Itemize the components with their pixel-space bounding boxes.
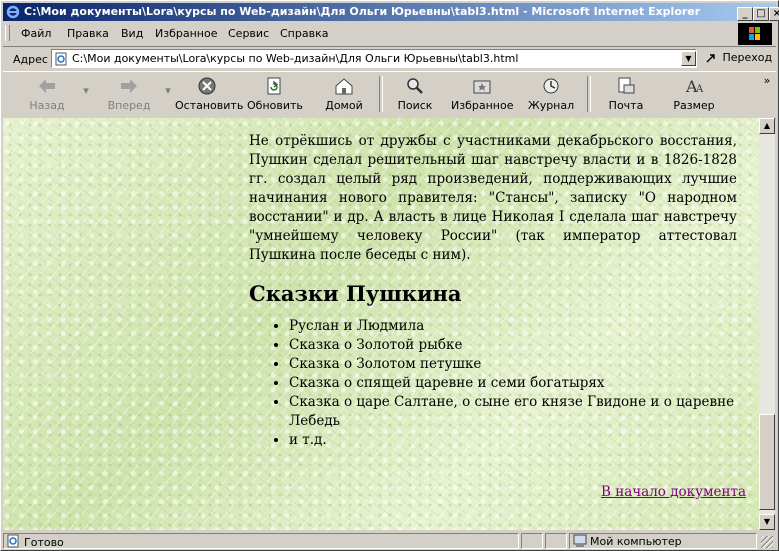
- my-computer-icon: [573, 534, 587, 547]
- resize-grip-icon[interactable]: [761, 536, 773, 548]
- ie-logo-icon: [6, 5, 20, 19]
- favorites-button[interactable]: Избранное: [451, 74, 513, 116]
- title-bar[interactable]: C:\Мои документы\Lora\курсы по Web-дизай…: [3, 3, 779, 21]
- list-item: Сказка о царе Салтане, о сыне его князе …: [289, 393, 737, 431]
- go-label: Переход: [722, 51, 773, 64]
- list-item: Руслан и Людмила: [289, 317, 737, 336]
- status-zone-pane: Мой компьютер: [569, 533, 757, 549]
- maximize-button[interactable]: □: [753, 7, 769, 21]
- biography-paragraph: Не отрёкшись от дружбы с участниками дек…: [249, 133, 737, 263]
- toolbar-chevron[interactable]: »: [761, 74, 773, 116]
- windows-flag-icon: [749, 27, 760, 40]
- list-item: Сказка о Золотой рыбке: [289, 336, 737, 355]
- status-pane-2: [545, 533, 567, 549]
- status-text: Готово: [24, 536, 64, 549]
- windows-logo-throbber: [738, 23, 772, 45]
- tales-list: Руслан и Людмила Сказка о Золотой рыбке …: [249, 317, 737, 450]
- menu-help[interactable]: Справка: [280, 27, 328, 40]
- stop-icon: [198, 77, 216, 95]
- history-label: Журнал: [527, 99, 575, 112]
- forward-arrow-icon: [121, 79, 137, 93]
- mail-button[interactable]: Почта: [603, 74, 649, 116]
- address-bar: Адрес C:\Мои документы\Lora\курсы по Web…: [3, 46, 776, 72]
- back-label: Назад: [29, 99, 65, 112]
- search-button[interactable]: Поиск: [393, 74, 437, 116]
- status-bar: Готово Мой компьютер: [3, 532, 776, 550]
- menu-file[interactable]: Файл: [21, 27, 51, 40]
- list-item: Сказка о Золотом петушке: [289, 355, 737, 374]
- page-content: Не отрёкшись от дружбы с участниками дек…: [249, 132, 737, 450]
- list-item: Сказка о спящей царевне и семи богатырях: [289, 374, 737, 393]
- status-pane-main: Готово: [3, 533, 519, 549]
- text-size-label: Размер: [673, 99, 715, 112]
- mail-label: Почта: [608, 99, 644, 112]
- zone-text: Мой компьютер: [590, 535, 682, 548]
- svg-text:A: A: [695, 84, 704, 95]
- forward-label: Вперед: [107, 99, 151, 112]
- tales-heading: Сказки Пушкина: [249, 281, 462, 306]
- standard-toolbar: Назад ▾ Вперед ▾ Остановить Обновить Дом…: [3, 71, 776, 119]
- menu-view[interactable]: Вид: [121, 27, 143, 40]
- refresh-button[interactable]: Обновить: [247, 74, 303, 116]
- back-to-top-link[interactable]: В начало документа: [601, 484, 746, 500]
- window-title: C:\Мои документы\Lora\курсы по Web-дизай…: [24, 5, 701, 18]
- toolbar-separator: [379, 76, 383, 112]
- refresh-icon: [267, 77, 281, 95]
- scroll-thumb[interactable]: [759, 414, 775, 510]
- search-label: Поиск: [397, 99, 433, 112]
- favorites-folder-icon: [473, 80, 491, 94]
- back-dropdown[interactable]: ▾: [81, 74, 91, 116]
- minimize-button[interactable]: _: [737, 7, 753, 21]
- page-icon: [55, 52, 67, 66]
- menu-bar: Файл Правка Вид Избранное Сервис Справка: [3, 23, 776, 43]
- forward-dropdown[interactable]: ▾: [163, 74, 173, 116]
- address-url: C:\Мои документы\Lora\курсы по Web-дизай…: [72, 52, 519, 65]
- toolbar-separator: [587, 76, 591, 112]
- close-button[interactable]: ×: [769, 7, 779, 21]
- go-button[interactable]: Переход: [705, 51, 772, 67]
- go-arrow-icon: [706, 54, 715, 63]
- address-dropdown-button[interactable]: ▼: [681, 51, 696, 66]
- home-label: Домой: [325, 99, 363, 112]
- refresh-label: Обновить: [247, 99, 303, 112]
- mail-icon: [618, 77, 635, 94]
- history-icon: [543, 78, 559, 94]
- stop-label: Остановить: [175, 99, 244, 112]
- page-viewport: Не отрёкшись от дружбы с участниками дек…: [3, 118, 759, 530]
- list-item: и т.д.: [289, 431, 737, 450]
- browser-window: C:\Мои документы\Lora\курсы по Web-дизай…: [0, 0, 779, 551]
- back-arrow-icon: [39, 79, 55, 93]
- favorites-label: Избранное: [451, 99, 514, 112]
- menu-favorites[interactable]: Избранное: [155, 27, 217, 40]
- text-size-button[interactable]: AA Размер: [667, 74, 721, 116]
- scroll-up-button[interactable]: ▲: [759, 118, 775, 134]
- address-label: Адрес: [13, 53, 48, 66]
- page-status-icon: [7, 534, 19, 548]
- menu-edit[interactable]: Правка: [67, 27, 109, 40]
- back-button[interactable]: Назад: [23, 74, 71, 116]
- home-icon: [335, 78, 353, 95]
- stop-button[interactable]: Остановить: [175, 74, 244, 116]
- status-pane-1: [521, 533, 543, 549]
- menu-tools[interactable]: Сервис: [228, 27, 269, 40]
- vertical-scrollbar[interactable]: ▲ ▼: [759, 118, 775, 530]
- home-button[interactable]: Домой: [319, 74, 369, 116]
- scroll-down-button[interactable]: ▼: [759, 514, 775, 530]
- text-size-icon: AA: [685, 77, 704, 96]
- address-input[interactable]: C:\Мои документы\Lora\курсы по Web-дизай…: [51, 49, 697, 68]
- history-button[interactable]: Журнал: [525, 74, 577, 116]
- menu-grip: [5, 25, 10, 41]
- forward-button[interactable]: Вперед: [103, 74, 155, 116]
- search-icon: [407, 78, 423, 94]
